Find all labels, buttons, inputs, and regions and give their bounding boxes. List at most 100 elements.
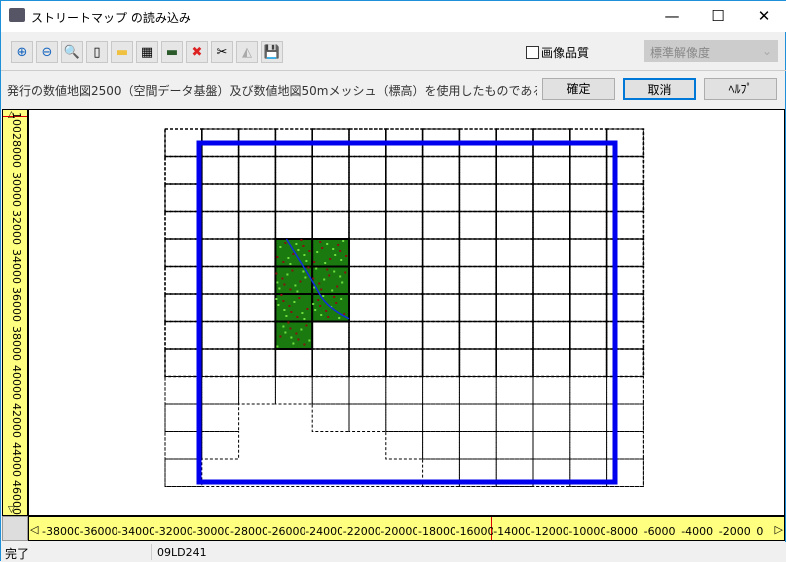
mesh-cell[interactable]	[568, 210, 608, 240]
mesh-cell[interactable]	[164, 376, 203, 405]
mesh-cell[interactable]	[495, 238, 534, 268]
delete-button[interactable]: ✖	[186, 41, 208, 63]
mesh-cell[interactable]	[605, 265, 645, 295]
mesh-cell[interactable]	[238, 376, 276, 405]
mesh-cell[interactable]	[384, 265, 424, 295]
zoom-in-button[interactable]: ⊕	[11, 41, 33, 63]
mesh-cell[interactable]	[348, 293, 387, 323]
mesh-cell[interactable]	[164, 210, 203, 240]
mesh-cell[interactable]	[274, 183, 313, 213]
mesh-cell[interactable]	[568, 183, 608, 213]
mesh-cell[interactable]	[201, 183, 240, 213]
mesh-cell[interactable]	[421, 293, 461, 323]
mesh-cell[interactable]	[201, 376, 240, 405]
mesh-cell[interactable]	[495, 210, 534, 240]
mesh-cell[interactable]	[569, 403, 608, 432]
mesh-cell[interactable]	[532, 238, 571, 268]
minimize-button[interactable]: —	[649, 1, 695, 32]
mesh-cell[interactable]	[274, 210, 313, 240]
mesh-cell[interactable]	[384, 155, 424, 185]
mesh-cell[interactable]	[311, 376, 350, 405]
mesh-cell[interactable]	[532, 376, 571, 405]
mesh-cell[interactable]	[201, 431, 240, 460]
mesh-cell[interactable]	[532, 155, 571, 185]
mesh-cell[interactable]	[605, 183, 645, 213]
close-button[interactable]: ✕	[741, 1, 786, 32]
mesh-cell[interactable]	[495, 155, 534, 185]
mesh-cell[interactable]	[495, 376, 534, 405]
mesh-cell[interactable]	[311, 403, 350, 432]
horizontal-ruler[interactable]: ◁ ▷ -38000 -36000 -34000 -32000 -30000 -28000…	[28, 516, 785, 541]
mesh-cell[interactable]	[495, 348, 534, 378]
checkbox-box[interactable]	[526, 46, 539, 59]
save-button[interactable]: 💾	[261, 41, 283, 63]
mesh-cell[interactable]	[384, 320, 424, 350]
mesh-cell[interactable]	[532, 265, 571, 295]
ok-button[interactable]: 確定	[542, 78, 615, 100]
mesh-cell[interactable]	[201, 320, 240, 350]
mesh-cell[interactable]	[569, 376, 608, 405]
mesh-cell[interactable]	[384, 238, 424, 268]
mesh-cell[interactable]	[348, 183, 387, 213]
map-canvas[interactable]	[28, 109, 785, 516]
zoom-out-button[interactable]: ⊖	[36, 41, 58, 63]
mesh-cell[interactable]	[164, 348, 203, 378]
mesh-cell[interactable]	[458, 210, 497, 240]
mesh-cell[interactable]	[237, 155, 277, 185]
image-quality-checkbox[interactable]: 画像品質	[526, 44, 589, 61]
mesh-cell[interactable]	[495, 183, 534, 213]
mesh-cell[interactable]	[164, 320, 203, 350]
mesh-cell[interactable]	[458, 320, 497, 350]
mesh-cell[interactable]	[385, 431, 424, 460]
mesh-cell[interactable]	[274, 348, 313, 378]
mesh-cell[interactable]	[201, 348, 240, 378]
mesh-cell[interactable]	[605, 210, 645, 240]
mesh-cell[interactable]	[605, 348, 645, 378]
mesh-cell[interactable]	[422, 376, 460, 405]
mesh-cell[interactable]	[164, 128, 203, 158]
vertical-ruler[interactable]: △ ▽ 100 28000 30000 32000 34000 36000 38000 400…	[2, 109, 28, 516]
loaded-map-tile[interactable]	[274, 238, 314, 268]
mesh-cell[interactable]	[421, 210, 461, 240]
mesh-cell[interactable]	[348, 265, 387, 295]
mesh-cell[interactable]	[495, 431, 534, 460]
mesh-cell[interactable]	[348, 403, 387, 432]
mesh-cell[interactable]	[532, 403, 571, 432]
mesh-cell[interactable]	[384, 183, 424, 213]
mesh-cell[interactable]	[164, 265, 203, 295]
mesh-cell[interactable]	[384, 348, 424, 378]
mesh-cell[interactable]	[606, 376, 644, 405]
mesh-cell[interactable]	[422, 403, 460, 432]
mesh-cell[interactable]	[495, 403, 534, 432]
mesh-cell[interactable]	[569, 431, 608, 460]
mesh-cell[interactable]	[421, 183, 461, 213]
mesh-cell[interactable]	[348, 210, 387, 240]
mesh-cell[interactable]	[568, 155, 608, 185]
mesh-cell[interactable]	[421, 238, 461, 268]
loaded-map-tile[interactable]	[274, 293, 314, 323]
mesh-cell[interactable]	[348, 348, 387, 378]
mesh-cell[interactable]	[201, 210, 240, 240]
image-button[interactable]: ▬	[161, 41, 183, 63]
resolution-select[interactable]: 標準解像度 ⌄	[644, 40, 778, 62]
mesh-cell[interactable]	[421, 348, 461, 378]
mesh-cell[interactable]	[605, 293, 645, 323]
mesh-cell[interactable]	[605, 238, 645, 268]
mesh-cell[interactable]	[421, 320, 461, 350]
mesh-cell[interactable]	[311, 183, 350, 213]
mesh-cell[interactable]	[532, 320, 571, 350]
mesh-cell[interactable]	[568, 293, 608, 323]
mesh-cell[interactable]	[348, 155, 387, 185]
mesh-cell[interactable]	[348, 238, 387, 268]
mesh-cell[interactable]	[422, 431, 460, 460]
mesh-cell[interactable]	[237, 320, 277, 350]
mesh-cell[interactable]	[532, 293, 571, 323]
mesh-cell[interactable]	[568, 265, 608, 295]
mesh-cell[interactable]	[201, 403, 240, 432]
mesh-cell[interactable]	[458, 265, 497, 295]
mesh-cell[interactable]	[237, 210, 277, 240]
mesh-cell[interactable]	[164, 183, 203, 213]
disabled-tool-button[interactable]: ◭	[236, 41, 258, 63]
mesh-cell[interactable]	[384, 293, 424, 323]
mesh-cell[interactable]	[568, 348, 608, 378]
